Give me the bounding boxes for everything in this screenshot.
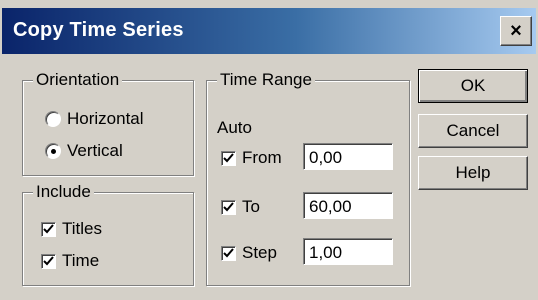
auto-label: Auto — [217, 118, 252, 137]
include-group: Include Titles Time — [22, 182, 194, 286]
time-range-legend: Time Range — [217, 70, 315, 90]
checkbox-step[interactable]: Step — [221, 243, 277, 263]
time-range-group: Time Range Auto From 0,00 To 60,00 Step … — [206, 70, 410, 286]
from-label: From — [242, 148, 282, 167]
radio-horizontal-label: Horizontal — [67, 109, 144, 128]
checkbox-checked-icon[interactable] — [221, 199, 236, 215]
cancel-button[interactable]: Cancel — [418, 114, 528, 148]
radio-button-icon[interactable] — [45, 111, 61, 127]
checkbox-from[interactable]: From — [221, 148, 282, 168]
checkbox-time-label: Time — [62, 251, 100, 270]
close-button[interactable]: × — [500, 16, 532, 46]
dialog-window: Copy Time Series × Orientation Horizonta… — [0, 0, 538, 300]
to-input[interactable]: 60,00 — [303, 192, 393, 219]
include-legend: Include — [33, 182, 94, 202]
checkbox-checked-icon[interactable] — [221, 150, 236, 166]
close-icon: × — [510, 20, 522, 42]
radio-horizontal[interactable]: Horizontal — [45, 109, 144, 129]
help-button[interactable]: Help — [418, 156, 528, 190]
checkbox-titles[interactable]: Titles — [41, 219, 102, 239]
checkbox-titles-label: Titles — [62, 219, 102, 238]
checkbox-checked-icon[interactable] — [41, 221, 56, 237]
radio-button-selected-icon[interactable] — [45, 143, 61, 159]
checkbox-time[interactable]: Time — [41, 251, 99, 271]
step-input[interactable]: 1,00 — [303, 238, 393, 265]
to-label: To — [242, 197, 260, 216]
title-bar[interactable]: Copy Time Series × — [2, 8, 536, 54]
radio-vertical[interactable]: Vertical — [45, 141, 123, 161]
step-label: Step — [242, 243, 277, 262]
ok-button[interactable]: OK — [418, 69, 528, 103]
window-title: Copy Time Series — [13, 19, 184, 41]
orientation-legend: Orientation — [33, 70, 123, 90]
from-input[interactable]: 0,00 — [303, 143, 393, 170]
orientation-group: Orientation Horizontal Vertical — [22, 70, 194, 176]
checkbox-to[interactable]: To — [221, 197, 260, 217]
checkbox-checked-icon[interactable] — [41, 253, 56, 269]
radio-vertical-label: Vertical — [67, 141, 123, 160]
checkbox-checked-icon[interactable] — [221, 245, 236, 261]
